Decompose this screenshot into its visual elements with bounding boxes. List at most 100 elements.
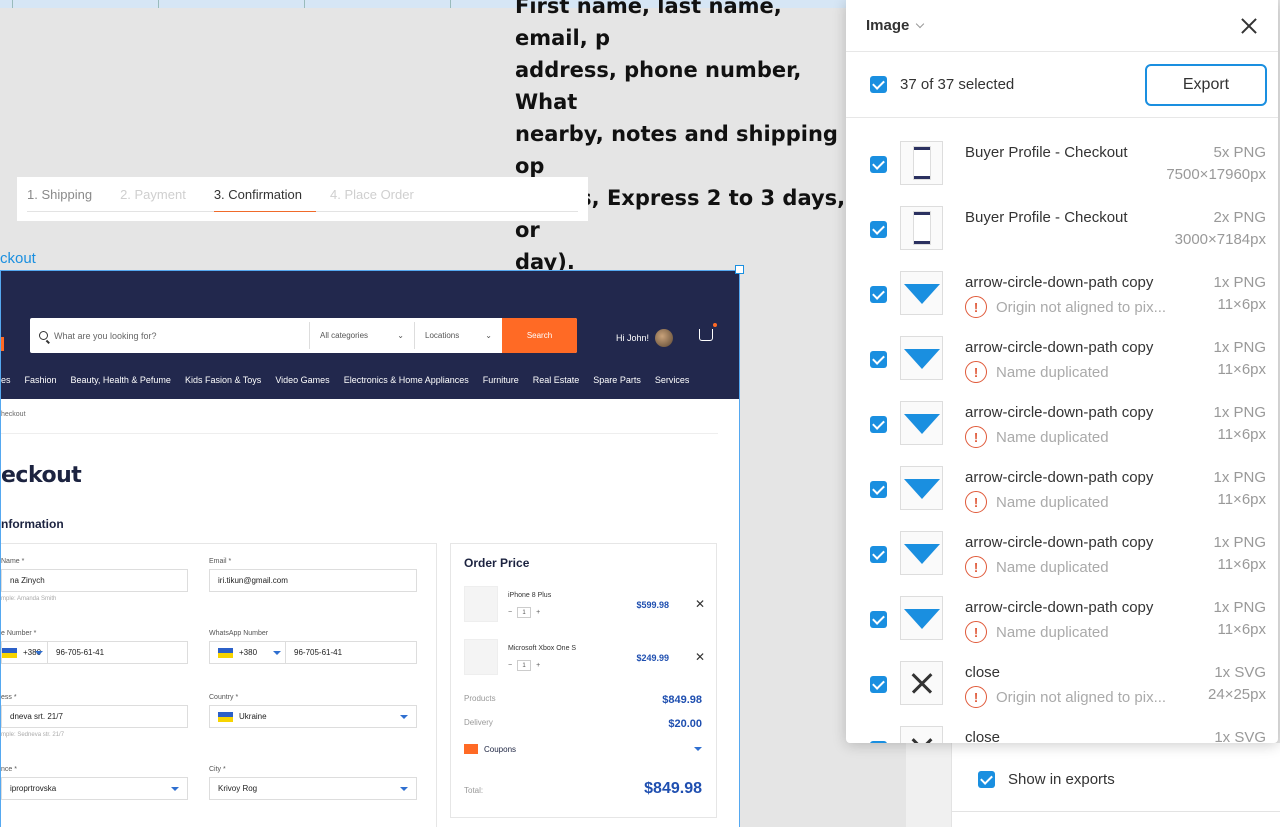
divider: [1, 433, 718, 434]
chevron-down-icon[interactable]: [916, 19, 925, 28]
nav-item[interactable]: Spare Parts: [593, 375, 641, 385]
name-input[interactable]: na Zinych: [1, 569, 188, 592]
nav-item[interactable]: Real Estate: [533, 375, 580, 385]
step-place-order[interactable]: 4. Place Order: [330, 177, 428, 212]
chevron-down-icon: [694, 747, 702, 751]
export-row[interactable]: arrow-circle-down-path copy 1x PNG 11×6px!…: [846, 574, 1278, 643]
row-checkbox[interactable]: [870, 546, 887, 563]
export-row[interactable]: close 1x SVG: [846, 704, 1278, 743]
export-row[interactable]: arrow-circle-down-path copy 1x PNG 11×6px!…: [846, 509, 1278, 578]
city-select[interactable]: Krivoy Rog: [209, 777, 417, 800]
asset-scale[interactable]: 2x PNG: [1213, 209, 1266, 226]
quantity-stepper[interactable]: −1 +: [508, 660, 540, 671]
asset-thumbnail: [900, 336, 943, 380]
remove-item-icon[interactable]: ✕: [695, 650, 705, 664]
arrow-down-icon: [904, 544, 940, 564]
checkbox[interactable]: [978, 771, 995, 788]
frame-label[interactable]: ckout: [0, 250, 36, 267]
row-checkbox[interactable]: [870, 481, 887, 498]
nav-item[interactable]: Beauty, Health & Pefume: [71, 375, 171, 385]
nav-item[interactable]: Furniture: [483, 375, 519, 385]
arrow-down-icon: [904, 609, 940, 629]
province-select[interactable]: iproprtrovska: [1, 777, 188, 800]
coupons-row[interactable]: Coupons: [464, 744, 702, 754]
site-search-input[interactable]: What are you looking for?: [30, 331, 309, 341]
user-greeting[interactable]: Hi John!: [616, 329, 674, 347]
asset-name: arrow-circle-down-path copy: [965, 339, 1154, 356]
nav-item[interactable]: Services: [655, 375, 690, 385]
whatsapp-code-select[interactable]: +380: [218, 642, 286, 663]
selection-row: 37 of 37 selected Export: [846, 52, 1278, 118]
site-search-button[interactable]: Search: [502, 318, 577, 353]
export-row[interactable]: arrow-circle-down-path copy 1x PNG 11×6px!…: [846, 444, 1278, 513]
nav-item[interactable]: Kids Fasion & Toys: [185, 375, 261, 385]
step-payment[interactable]: 2. Payment: [120, 177, 200, 212]
asset-name: close: [965, 729, 1001, 743]
phone-input[interactable]: 96-705-61-41: [48, 648, 104, 657]
step-confirmation[interactable]: 3. Confirmation: [213, 177, 316, 212]
export-row[interactable]: Buyer Profile - Checkout 5x PNG 7500×17960…: [846, 119, 1278, 185]
asset-thumbnail: [900, 596, 943, 640]
order-title: Order Price: [464, 556, 530, 570]
arrow-down-icon: [904, 349, 940, 369]
checkout-frame[interactable]: What are you looking for? All categories…: [0, 270, 740, 827]
cart-icon[interactable]: [699, 323, 717, 341]
section-title: nformation: [1, 517, 64, 531]
nav-item[interactable]: Video Games: [275, 375, 329, 385]
canvas-strip: [906, 743, 951, 827]
asset-scale[interactable]: 1x PNG: [1213, 599, 1266, 616]
ukraine-flag-icon: [2, 647, 17, 658]
category-select[interactable]: All categories ⌄: [309, 322, 414, 349]
export-row[interactable]: close 1x SVG 24×25px! Origin not aligned to…: [846, 639, 1278, 708]
email-input[interactable]: iri.tikun@gmail.com: [209, 569, 417, 592]
asset-scale[interactable]: 1x PNG: [1213, 274, 1266, 291]
export-row[interactable]: Buyer Profile - Checkout 2x PNG 3000×7184p…: [846, 184, 1278, 250]
asset-scale[interactable]: 1x PNG: [1213, 339, 1266, 356]
asset-scale[interactable]: 1x SVG: [1214, 729, 1266, 743]
row-checkbox[interactable]: [870, 286, 887, 303]
country-select[interactable]: Ukraine: [209, 705, 417, 728]
name-field: Name * na Zinych mple: Amanda Smith: [1, 558, 188, 602]
asset-thumbnail: [900, 141, 943, 185]
asset-thumbnail: [900, 401, 943, 445]
quantity-stepper[interactable]: −1 +: [508, 607, 540, 618]
show-in-exports-toggle[interactable]: Show in exports: [978, 771, 1115, 788]
export-button[interactable]: Export: [1145, 63, 1267, 106]
row-checkbox[interactable]: [870, 741, 887, 743]
export-row[interactable]: arrow-circle-down-path copy 1x PNG 11×6px!…: [846, 379, 1278, 448]
row-checkbox[interactable]: [870, 156, 887, 173]
inspector-panel: Show in exports: [951, 743, 1280, 827]
nav-item[interactable]: es: [1, 375, 11, 385]
export-row[interactable]: arrow-circle-down-path copy 1x PNG 11×6px!…: [846, 249, 1278, 318]
chevron-down-icon: [400, 787, 408, 791]
select-all-checkbox[interactable]: [870, 76, 887, 93]
products-summary: Products $849.98: [464, 694, 702, 706]
asset-scale[interactable]: 1x PNG: [1213, 404, 1266, 421]
export-row[interactable]: arrow-circle-down-path copy 1x PNG 11×6px!…: [846, 314, 1278, 383]
address-input[interactable]: dneva srt. 21/7: [1, 705, 188, 728]
remove-item-icon[interactable]: ✕: [695, 597, 705, 611]
breadcrumb[interactable]: heckout: [1, 411, 26, 418]
phone-code-select[interactable]: +380: [2, 642, 48, 663]
country-field: Country * Ukraine: [209, 694, 417, 728]
nav-item[interactable]: Fashion: [25, 375, 57, 385]
row-checkbox[interactable]: [870, 221, 887, 238]
asset-scale[interactable]: 1x SVG: [1214, 664, 1266, 681]
export-type-title[interactable]: Image: [866, 17, 909, 34]
row-checkbox[interactable]: [870, 416, 887, 433]
row-checkbox[interactable]: [870, 351, 887, 368]
row-checkbox[interactable]: [870, 676, 887, 693]
step-shipping[interactable]: 1. Shipping: [27, 177, 106, 212]
whatsapp-input[interactable]: 96-705-61-41: [286, 648, 342, 657]
asset-scale[interactable]: 5x PNG: [1213, 144, 1266, 161]
selection-count: 37 of 37 selected: [900, 76, 1015, 93]
nav-item[interactable]: Electronics & Home Appliances: [344, 375, 469, 385]
asset-scale[interactable]: 1x PNG: [1213, 534, 1266, 551]
ukraine-flag-icon: [218, 647, 233, 658]
resize-handle[interactable]: [735, 265, 744, 274]
asset-thumbnail: [900, 661, 943, 705]
row-checkbox[interactable]: [870, 611, 887, 628]
close-icon[interactable]: [1240, 17, 1258, 35]
location-select[interactable]: Locations ⌄: [414, 322, 502, 349]
asset-scale[interactable]: 1x PNG: [1213, 469, 1266, 486]
